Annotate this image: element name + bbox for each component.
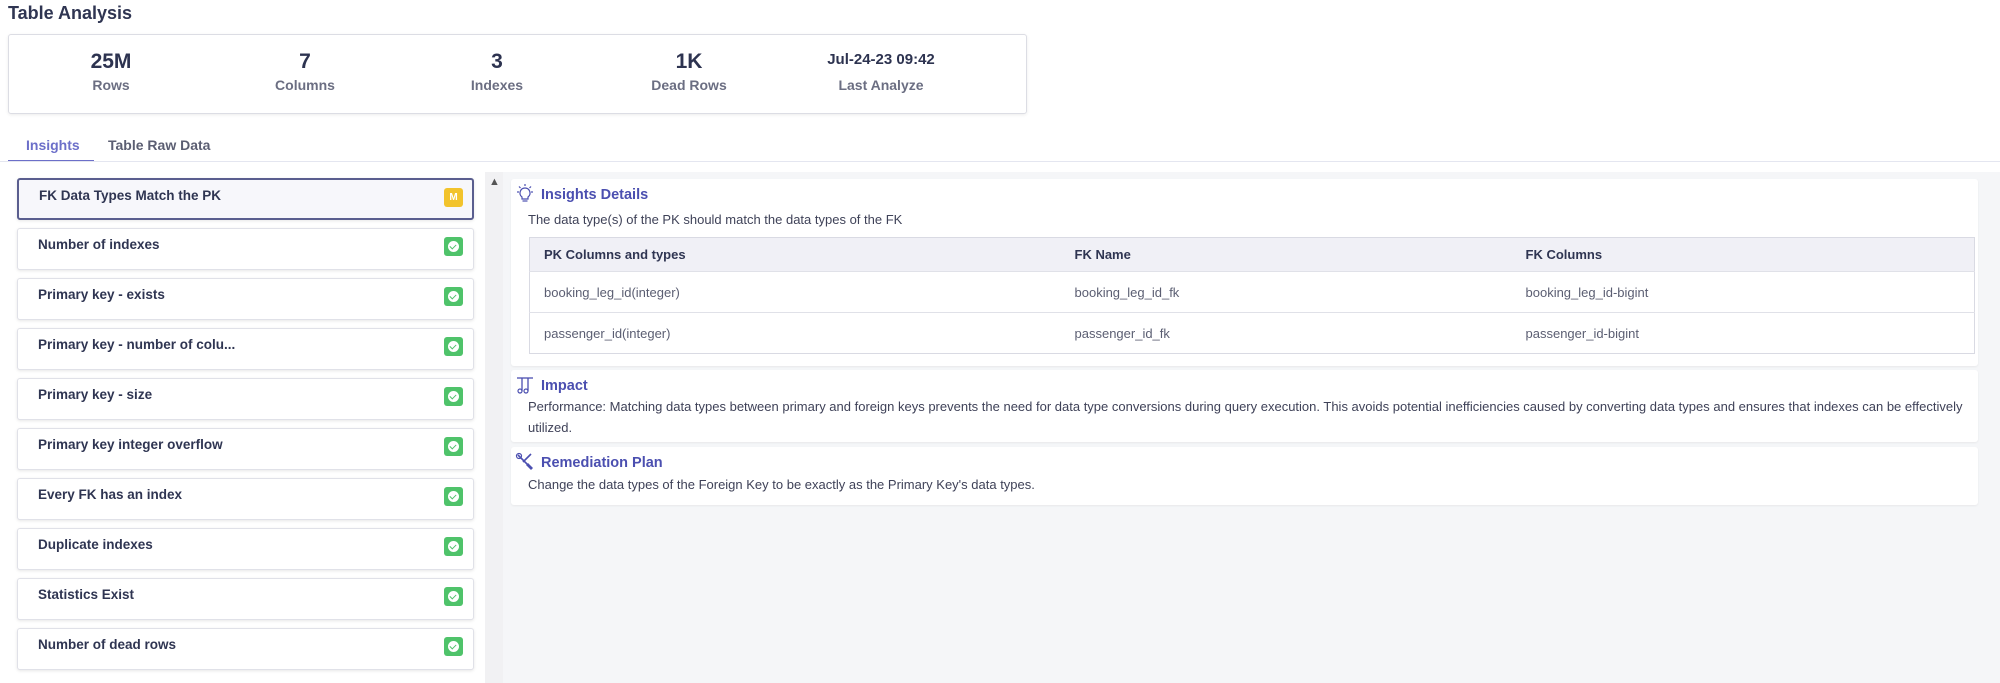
stat-rows-label: Rows (92, 77, 130, 93)
insights-details-description: The data type(s) of the PK should match … (528, 212, 903, 227)
fk-pk-table: PK Columns and types FK Name FK Columns … (529, 237, 1975, 354)
insight-item-label: Primary key - size (38, 387, 153, 402)
insight-item-label: Every FK has an index (38, 487, 183, 502)
column-header-fk-name: FK Name (1060, 237, 1512, 272)
insight-item-label: Primary key - number of colu... (38, 337, 236, 352)
insights-details-section: Insights Details The data type(s) of the… (511, 179, 1978, 366)
table-cell: booking_leg_id_fk (1060, 271, 1512, 313)
tools-icon (515, 452, 533, 470)
check-icon (444, 537, 463, 556)
check-icon (444, 437, 463, 456)
check-icon (444, 287, 463, 306)
table-cell: passenger_id(integer) (529, 312, 1061, 354)
insight-item-label: Primary key - exists (38, 287, 165, 302)
impact-text: Performance: Matching data types between… (528, 399, 1963, 435)
remediation-section: Remediation Plan Change the data types o… (511, 447, 1978, 505)
check-icon (444, 337, 463, 356)
column-header-fk-columns: FK Columns (1511, 237, 1975, 272)
table-row: booking_leg_id(integer) booking_leg_id_f… (529, 271, 1975, 313)
insight-item-primary-key-overflow[interactable]: Primary key integer overflow (17, 428, 474, 470)
insight-item-dead-rows[interactable]: Number of dead rows (17, 628, 474, 670)
check-icon (444, 487, 463, 506)
table-cell: passenger_id_fk (1060, 312, 1512, 354)
insight-item-label: Primary key integer overflow (38, 437, 223, 452)
table-cell: booking_leg_id(integer) (529, 271, 1061, 313)
insights-list: FK Data Types Match the PK M Number of i… (8, 172, 483, 683)
insights-list-scrollbar[interactable]: ▲ (485, 172, 503, 683)
insight-item-label: Statistics Exist (38, 587, 135, 602)
insight-item-label: Duplicate indexes (38, 537, 153, 552)
stat-last-analyze-value: Jul-24-23 09:42 (827, 51, 935, 68)
lightbulb-icon (517, 184, 533, 202)
insight-item-statistics-exist[interactable]: Statistics Exist (17, 578, 474, 620)
tab-table-raw-data[interactable]: Table Raw Data (108, 136, 210, 162)
impact-icon (517, 377, 533, 394)
insight-item-number-of-indexes[interactable]: Number of indexes (17, 228, 474, 270)
impact-section: Impact Performance: Matching data types … (511, 370, 1978, 442)
remediation-text: Change the data types of the Foreign Key… (528, 477, 1035, 492)
insight-item-primary-key-size[interactable]: Primary key - size (17, 378, 474, 420)
check-icon (444, 387, 463, 406)
stat-last-analyze: Jul-24-23 09:42 Last Analyze (796, 49, 966, 93)
insight-item-fk-has-index[interactable]: Every FK has an index (17, 478, 474, 520)
stat-indexes-value: 3 (491, 50, 503, 73)
stat-columns-label: Columns (275, 77, 335, 93)
insight-item-primary-key-exists[interactable]: Primary key - exists (17, 278, 474, 320)
check-icon (444, 587, 463, 606)
check-icon (444, 637, 463, 656)
stat-indexes-label: Indexes (470, 77, 524, 93)
stats-summary-card: 25M Rows 7 Columns 3 Indexes 1K Dead Row… (8, 34, 1027, 114)
stat-columns-value: 7 (299, 50, 311, 73)
column-header-pk-columns: PK Columns and types (529, 237, 1061, 272)
stat-indexes: 3 Indexes (412, 49, 582, 93)
check-icon (444, 237, 463, 256)
tab-insights[interactable]: Insights (8, 136, 94, 162)
stat-rows-value: 25M (90, 50, 132, 73)
impact-title: Impact (541, 378, 588, 394)
tab-divider (0, 161, 2000, 162)
insight-item-primary-key-columns[interactable]: Primary key - number of colu... (17, 328, 474, 370)
stat-dead-rows-label: Dead Rows (651, 77, 727, 93)
insight-item-fk-data-types[interactable]: FK Data Types Match the PK M (17, 178, 474, 220)
stat-dead-rows-value: 1K (675, 50, 703, 73)
severity-medium-badge: M (444, 188, 463, 207)
page-title: Table Analysis (8, 3, 133, 23)
insight-item-label: Number of dead rows (38, 637, 177, 652)
remediation-title: Remediation Plan (541, 455, 663, 471)
scroll-up-icon[interactable]: ▲ (489, 176, 500, 188)
stat-rows: 25M Rows (26, 49, 196, 93)
table-cell: booking_leg_id-bigint (1511, 271, 1975, 313)
stat-last-analyze-label: Last Analyze (838, 77, 924, 93)
insight-item-label: FK Data Types Match the PK (39, 188, 222, 203)
stat-columns: 7 Columns (220, 49, 390, 93)
insight-item-duplicate-indexes[interactable]: Duplicate indexes (17, 528, 474, 570)
table-row: passenger_id(integer) passenger_id_fk pa… (529, 312, 1975, 354)
stat-dead-rows: 1K Dead Rows (604, 49, 774, 93)
insights-details-title: Insights Details (541, 187, 649, 203)
insight-item-label: Number of indexes (38, 237, 160, 252)
table-cell: passenger_id-bigint (1511, 312, 1975, 354)
table-header-row: PK Columns and types FK Name FK Columns (529, 237, 1975, 272)
